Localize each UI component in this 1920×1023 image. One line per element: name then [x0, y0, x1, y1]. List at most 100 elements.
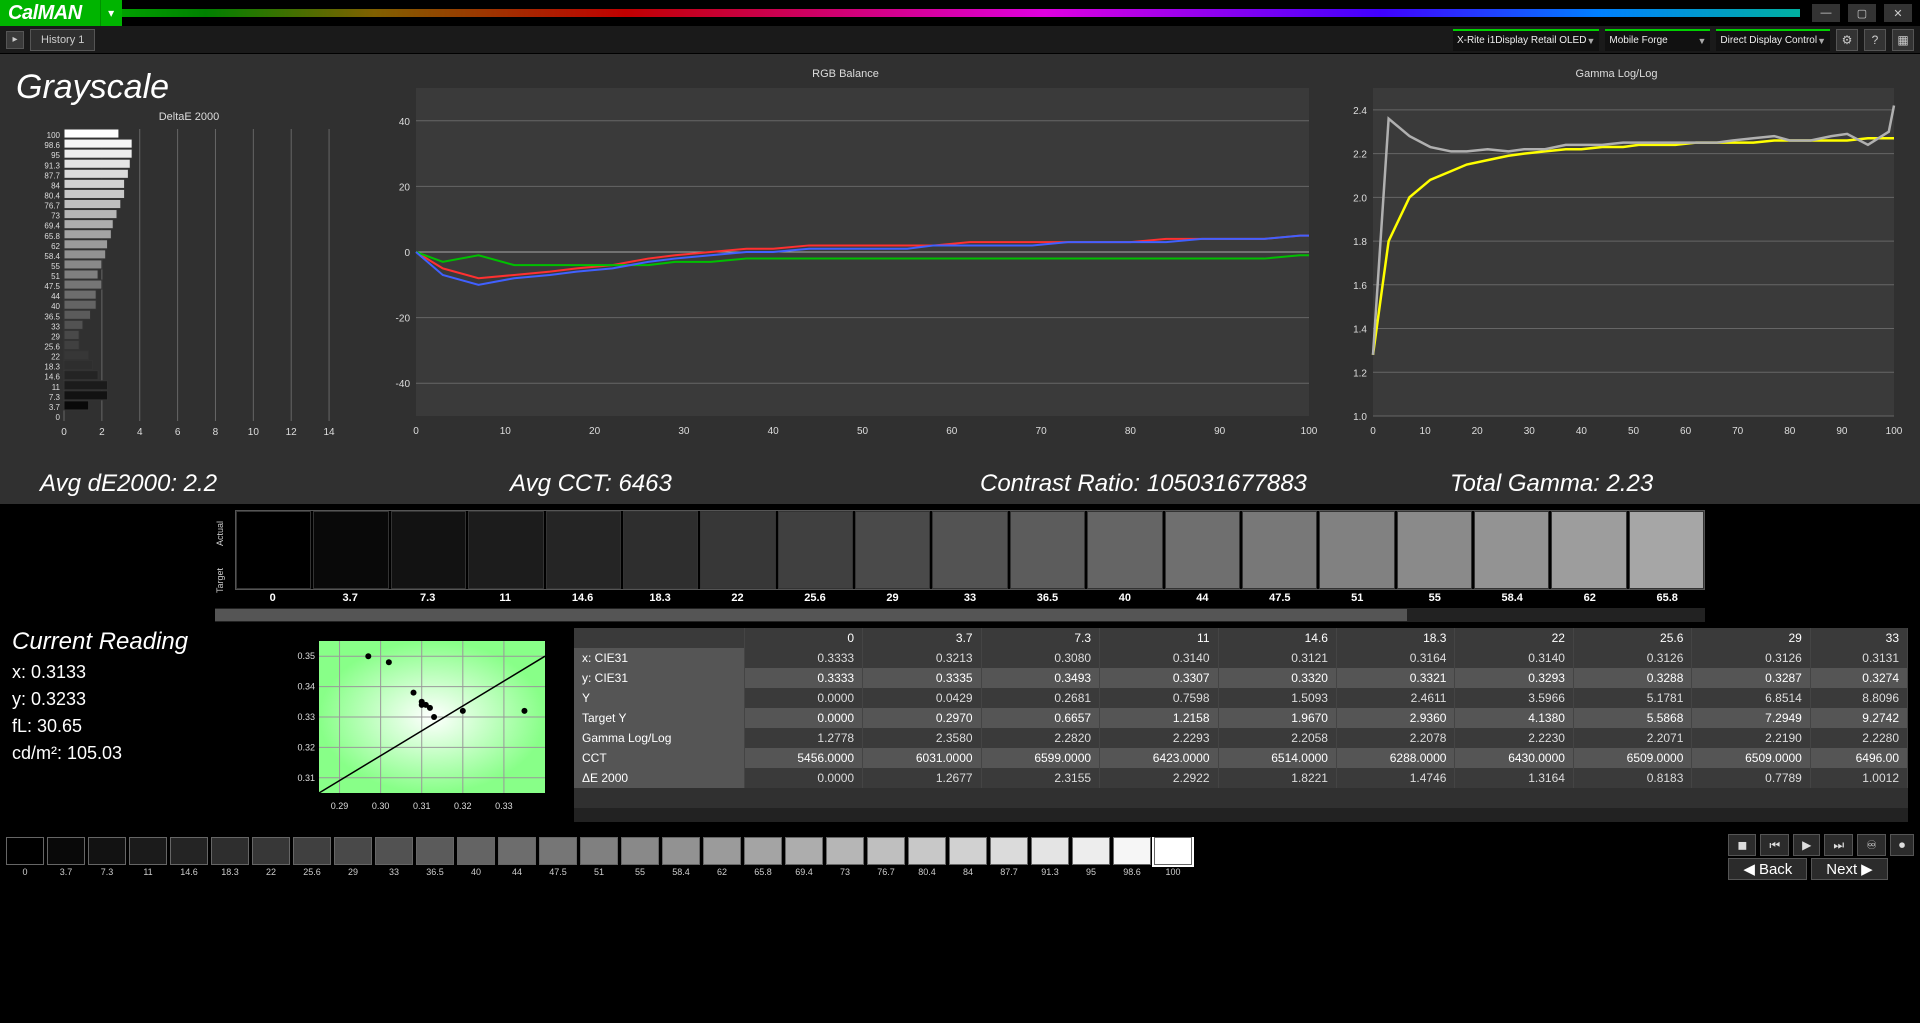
logo-menu-button[interactable]: ▾ — [100, 0, 122, 26]
swatch-section: ActualTarget 03.77.31114.618.32225.62933… — [0, 504, 1920, 620]
bottom-section: Current Reading x: 0.3133 y: 0.3233 fL: … — [0, 620, 1920, 830]
svg-text:30: 30 — [1524, 426, 1536, 437]
stimulus-chip[interactable]: 76.7 — [867, 837, 905, 877]
stop-icon[interactable]: ◼ — [1728, 834, 1756, 856]
stimulus-chip[interactable]: 11 — [129, 837, 167, 877]
reading-cd: cd/m²: 105.03 — [12, 743, 262, 764]
stimulus-chip[interactable]: 87.7 — [990, 837, 1028, 877]
stimulus-chip[interactable]: 51 — [580, 837, 618, 877]
meter-dropdown[interactable]: X-Rite i1Display Retail OLED▼ — [1453, 29, 1599, 51]
stimulus-chip[interactable]: 84 — [949, 837, 987, 877]
back-button[interactable]: ◀ Back — [1728, 858, 1807, 880]
svg-text:95: 95 — [51, 151, 60, 160]
svg-text:80: 80 — [1784, 426, 1796, 437]
svg-text:1.6: 1.6 — [1353, 281, 1367, 292]
swatch-row-labels: ActualTarget — [215, 510, 235, 604]
svg-text:62: 62 — [51, 242, 60, 251]
record-icon[interactable]: ⏺ — [1890, 834, 1914, 856]
stimulus-chip[interactable]: 73 — [826, 837, 864, 877]
svg-text:10: 10 — [1420, 426, 1432, 437]
stimulus-chip[interactable]: 80.4 — [908, 837, 946, 877]
stimulus-chip[interactable]: 55 — [621, 837, 659, 877]
svg-text:0.29: 0.29 — [331, 801, 349, 811]
source-dropdown[interactable]: Mobile Forge▼ — [1605, 29, 1710, 51]
close-button[interactable]: ✕ — [1884, 4, 1912, 22]
maximize-button[interactable]: ▢ — [1848, 4, 1876, 22]
stimulus-chip[interactable]: 95 — [1072, 837, 1110, 877]
chevron-down-icon: ▼ — [1817, 36, 1826, 46]
title-bar: CalMAN ▾ — ▢ ✕ — [0, 0, 1920, 26]
settings-button[interactable]: ⚙ — [1836, 29, 1858, 51]
display-dropdown[interactable]: Direct Display Control▼ — [1716, 29, 1830, 51]
stimulus-chip[interactable]: 44 — [498, 837, 536, 877]
stimulus-chip[interactable]: 91.3 — [1031, 837, 1069, 877]
minimize-button[interactable]: — — [1812, 4, 1840, 22]
svg-text:11: 11 — [52, 383, 61, 392]
data-table[interactable]: 03.77.31114.618.32225.62933x: CIE310.333… — [574, 628, 1908, 808]
skip-fwd-icon[interactable]: ⏭ — [1824, 834, 1853, 856]
stimulus-chip[interactable]: 0 — [6, 837, 44, 877]
stimulus-chip[interactable]: 18.3 — [211, 837, 249, 877]
svg-text:8: 8 — [213, 427, 219, 438]
svg-text:0.33: 0.33 — [297, 712, 315, 722]
stimulus-chip[interactable]: 7.3 — [88, 837, 126, 877]
stimulus-chip[interactable]: 29 — [334, 837, 372, 877]
stimulus-chip[interactable]: 14.6 — [170, 837, 208, 877]
app-logo: CalMAN — [0, 0, 100, 26]
gamma-chart-title: Gamma Log/Log — [1329, 68, 1904, 80]
play-icon[interactable]: ▶ — [1793, 834, 1820, 856]
stimulus-chip[interactable]: 58.4 — [662, 837, 700, 877]
stat-gamma: Total Gamma: 2.23 — [1450, 470, 1880, 498]
svg-text:44: 44 — [51, 292, 60, 301]
stimulus-chip[interactable]: 65.8 — [744, 837, 782, 877]
grayscale-swatches[interactable] — [235, 510, 1705, 590]
svg-text:33: 33 — [51, 322, 60, 331]
svg-text:87.7: 87.7 — [44, 171, 60, 180]
help-button[interactable]: ? — [1864, 29, 1886, 51]
history-tab[interactable]: History 1 — [30, 29, 95, 51]
stimulus-chip[interactable]: 25.6 — [293, 837, 331, 877]
skip-back-icon[interactable]: ⏮ — [1760, 834, 1789, 856]
svg-text:50: 50 — [1628, 426, 1640, 437]
svg-text:90: 90 — [1214, 426, 1226, 437]
svg-text:0: 0 — [61, 427, 67, 438]
stimulus-chip[interactable]: 40 — [457, 837, 495, 877]
current-reading: Current Reading x: 0.3133 y: 0.3233 fL: … — [12, 628, 262, 822]
stimulus-chip[interactable]: 33 — [375, 837, 413, 877]
stimulus-chip[interactable]: 36.5 — [416, 837, 454, 877]
tab-menu-button[interactable]: ▸ — [6, 31, 24, 49]
swatch-labels: 03.77.31114.618.32225.6293336.5404447.55… — [235, 592, 1705, 604]
stimulus-chip[interactable]: 98.6 — [1113, 837, 1151, 877]
svg-text:50: 50 — [857, 426, 869, 437]
stimulus-chip[interactable]: 3.7 — [47, 837, 85, 877]
reading-x: x: 0.3133 — [12, 662, 262, 683]
stimulus-chip[interactable]: 22 — [252, 837, 290, 877]
stimulus-chip[interactable]: 100 — [1154, 837, 1192, 877]
reading-y: y: 0.3233 — [12, 689, 262, 710]
next-button[interactable]: Next ▶ — [1811, 858, 1887, 880]
svg-text:70: 70 — [1036, 426, 1048, 437]
svg-text:0.30: 0.30 — [372, 801, 390, 811]
svg-text:47.5: 47.5 — [44, 282, 60, 291]
svg-text:1.8: 1.8 — [1353, 237, 1367, 248]
swatch-scrollbar[interactable] — [215, 608, 1705, 622]
svg-text:55: 55 — [51, 262, 60, 271]
table-scrollbar[interactable] — [574, 808, 1908, 822]
svg-text:0.35: 0.35 — [297, 651, 315, 661]
svg-text:18.3: 18.3 — [44, 363, 60, 372]
svg-text:0.34: 0.34 — [297, 682, 315, 692]
stimulus-chip[interactable]: 62 — [703, 837, 741, 877]
svg-text:30: 30 — [678, 426, 690, 437]
svg-text:0.32: 0.32 — [454, 801, 472, 811]
svg-text:1.0: 1.0 — [1353, 412, 1367, 423]
stimulus-chips[interactable]: 03.77.31114.618.32225.6293336.5404447.55… — [6, 837, 1722, 877]
svg-text:40: 40 — [1576, 426, 1588, 437]
stimulus-chip[interactable]: 47.5 — [539, 837, 577, 877]
loop-icon[interactable]: ♾ — [1857, 834, 1886, 856]
stimulus-chip[interactable]: 69.4 — [785, 837, 823, 877]
svg-text:2.2: 2.2 — [1353, 150, 1367, 161]
svg-text:73: 73 — [51, 212, 60, 221]
svg-text:100: 100 — [1886, 426, 1903, 437]
svg-text:0: 0 — [404, 248, 410, 259]
panels-button[interactable]: ▦ — [1892, 29, 1914, 51]
